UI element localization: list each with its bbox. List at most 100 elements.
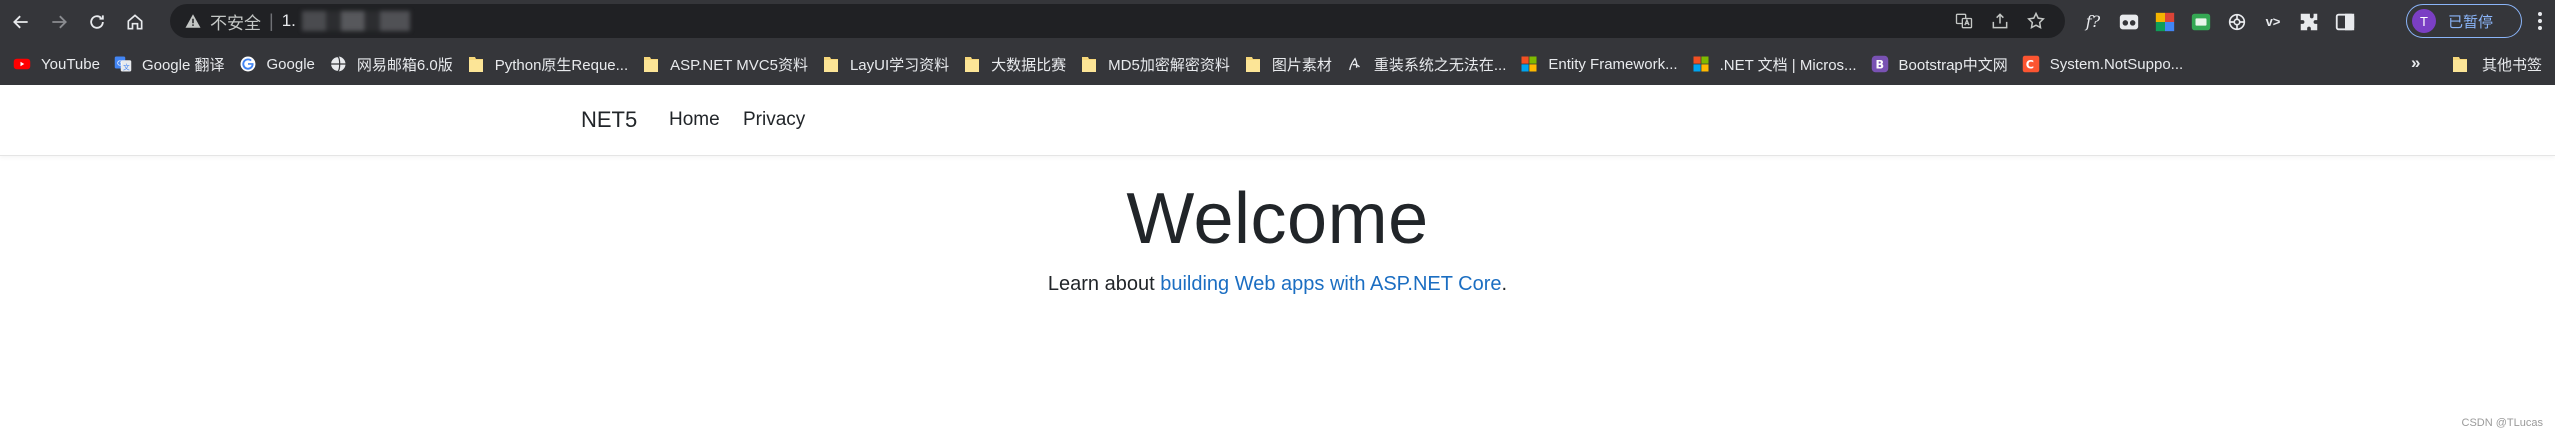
folder-icon: [642, 55, 660, 73]
reload-icon: [90, 14, 104, 29]
bookmark-label: Entity Framework...: [1548, 55, 1678, 73]
bookmark-folder-md5[interactable]: MD5加密解密资料: [1077, 49, 1241, 79]
csdn-icon: C: [2022, 55, 2040, 73]
openai-extension[interactable]: [2224, 9, 2250, 35]
bookmark-label: MD5加密解密资料: [1108, 56, 1230, 74]
bookmark-label: Google: [266, 55, 315, 73]
address-separator: |: [269, 10, 274, 31]
translate-button[interactable]: [1953, 10, 1975, 32]
back-icon: [13, 15, 28, 28]
url-text: 1.: [281, 11, 296, 30]
bookmark-label: Google 翻译: [141, 56, 225, 74]
menu-icon: [2538, 12, 2542, 30]
glasses-icon: [2119, 14, 2139, 29]
bookmark-google-translate[interactable]: G文 Google 翻译: [111, 49, 236, 79]
bookmark-netease[interactable]: 网易邮箱6.0版: [326, 49, 464, 79]
bookmark-folder-layui[interactable]: LayUI学习资料: [819, 49, 960, 79]
warning-icon: [185, 14, 201, 28]
vs-extension[interactable]: v>: [2260, 9, 2286, 35]
google-translate-icon: G文: [114, 55, 132, 73]
green-extension[interactable]: [2188, 9, 2214, 35]
bookmark-entity-framework[interactable]: Entity Framework...: [1517, 49, 1688, 79]
redacted-url: [301, 11, 410, 31]
bookmark-label: 图片素材: [1271, 56, 1332, 74]
green-ext-icon: [2191, 13, 2211, 30]
side-panel-button[interactable]: [2332, 9, 2358, 35]
avatar: T: [2412, 9, 2436, 33]
bookmark-folder-images[interactable]: 图片素材: [1241, 49, 1343, 79]
folder-icon: [1244, 55, 1262, 73]
nav-home-link[interactable]: Home: [669, 109, 720, 131]
star-icon: [2027, 11, 2045, 29]
lead-text: Learn about: [1047, 273, 1161, 295]
bookmark-label: LayUI学习资料: [849, 56, 950, 74]
bookmark-label: Bootstrap中文网: [1898, 56, 2008, 74]
extensions-area: f? v>: [2080, 0, 2358, 43]
reload-button[interactable]: [80, 5, 114, 39]
bookmark-label: YouTube: [41, 55, 100, 73]
page-title: Welcome: [1126, 179, 1429, 259]
bookmark-youtube[interactable]: YouTube: [10, 49, 111, 79]
address-bar[interactable]: 不安全 | 1.: [170, 4, 2065, 38]
bookmark-reinstall-system[interactable]: 重装系统之无法在...: [1343, 49, 1518, 79]
share-icon: [1992, 13, 2008, 29]
sogou-icon: [1346, 55, 1364, 73]
bookmark-label: System.NotSuppo...: [2049, 55, 2184, 73]
colorgrid-icon: [2155, 12, 2175, 31]
lead-paragraph: Learn about building Web apps with ASP.N…: [0, 273, 2555, 296]
svg-text:文: 文: [123, 62, 130, 71]
bookmark-folder-python[interactable]: Python原生Reque...: [464, 49, 639, 79]
profile-status-label: 已暂停: [2448, 13, 2494, 31]
browser-toolbar: 不安全 | 1. f? v> T 已暂停: [0, 0, 2555, 43]
bootstrap-icon: B: [1871, 55, 1889, 73]
lead-end: .: [1501, 273, 1508, 295]
home-button[interactable]: [118, 5, 152, 39]
microsoft-icon: [1692, 55, 1710, 73]
share-button[interactable]: [1989, 10, 2011, 32]
bookmark-label: 网易邮箱6.0版: [356, 56, 453, 74]
bookmark-label: ASP.NET MVC5资料: [670, 56, 808, 74]
bookmark-folder-bigdata[interactable]: 大数据比赛: [960, 49, 1077, 79]
bookmarks-overflow-button[interactable]: »: [2411, 53, 2420, 73]
folder-icon: [2453, 57, 2467, 72]
browser-menu-button[interactable]: [2530, 9, 2550, 33]
folder-icon: [963, 55, 981, 73]
function-extension[interactable]: f?: [2080, 9, 2106, 35]
svg-text:G: G: [117, 60, 122, 68]
site-brand-link[interactable]: NET5: [581, 107, 637, 133]
svg-text:C: C: [2026, 59, 2034, 72]
folder-icon: [822, 55, 840, 73]
bookmark-google[interactable]: Google: [236, 49, 326, 79]
bookmark-csdn[interactable]: C System.NotSuppo...: [2019, 49, 2194, 79]
home-icon: [127, 13, 143, 29]
nav-privacy-link[interactable]: Privacy: [743, 109, 805, 131]
bookmark-label: 重装系统之无法在...: [1373, 56, 1507, 74]
back-button[interactable]: [4, 5, 38, 39]
security-label: 不安全: [210, 13, 261, 33]
bookmark-dotnet-docs[interactable]: .NET 文档 | Micros...: [1689, 49, 1868, 79]
glasses-extension[interactable]: [2116, 9, 2142, 35]
bookmark-folder-aspnet[interactable]: ASP.NET MVC5资料: [639, 49, 819, 79]
bookmark-label: Python原生Reque...: [494, 56, 629, 74]
forward-button[interactable]: [42, 5, 76, 39]
extensions-button[interactable]: [2296, 9, 2322, 35]
bookmark-bootstrap[interactable]: B Bootstrap中文网: [1868, 49, 2019, 79]
forward-icon: [52, 15, 67, 28]
translate-icon: [1955, 13, 1973, 29]
colorgrid-extension[interactable]: [2152, 9, 2178, 35]
watermark: CSDN @TLucas: [2461, 417, 2543, 429]
netease-icon: [329, 55, 347, 73]
folder-icon: [1080, 55, 1098, 73]
openai-icon: [2228, 13, 2246, 30]
svg-text:B: B: [1875, 59, 1884, 72]
puzzle-icon: [2300, 13, 2318, 30]
address-bar-actions: [1953, 10, 2047, 32]
bookmark-star-button[interactable]: [2025, 10, 2047, 32]
sidepanel-icon: [2335, 13, 2355, 30]
youtube-icon: [13, 55, 31, 73]
profile-button[interactable]: T 已暂停: [2406, 4, 2522, 38]
other-bookmarks-folder[interactable]: 其他书签: [2452, 49, 2542, 79]
aspnet-docs-link[interactable]: building Web apps with ASP.NET Core: [1160, 273, 1501, 295]
function-icon: f?: [2085, 12, 2101, 31]
bookmark-label: .NET 文档 | Micros...: [1719, 56, 1857, 74]
